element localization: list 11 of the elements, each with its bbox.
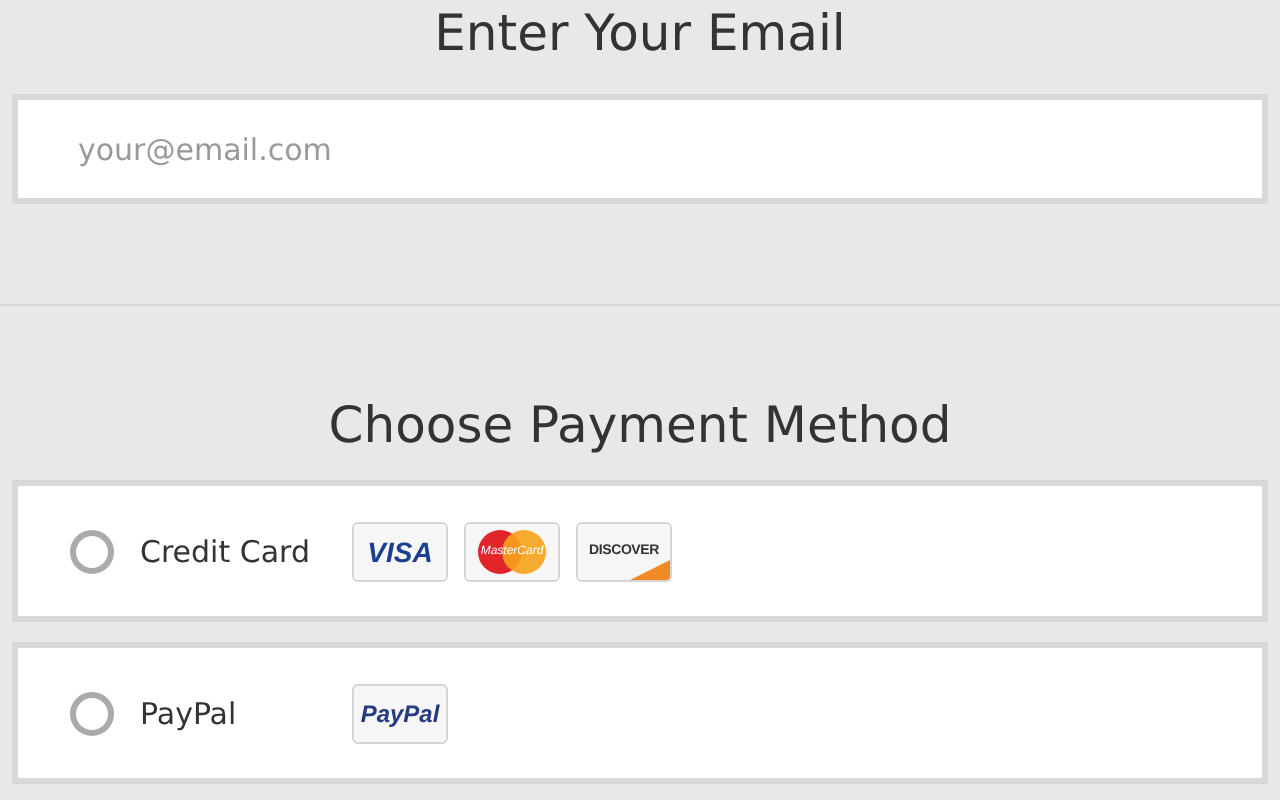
payment-option[interactable]: PayPal PayPal [12,642,1268,784]
option-label: PayPal [140,695,239,731]
paypal-card: PayPal [352,683,448,743]
corner-stripe-icon [630,559,670,579]
section-title: Choose Payment Method [326,394,954,458]
radio-button[interactable] [70,529,114,573]
option-label: Credit Card [140,533,312,569]
visa-card: VISA [352,521,448,581]
email-field[interactable]: your@email.com [12,94,1268,204]
section-title: Enter Your Email [432,2,848,66]
radio-button[interactable] [70,691,114,735]
